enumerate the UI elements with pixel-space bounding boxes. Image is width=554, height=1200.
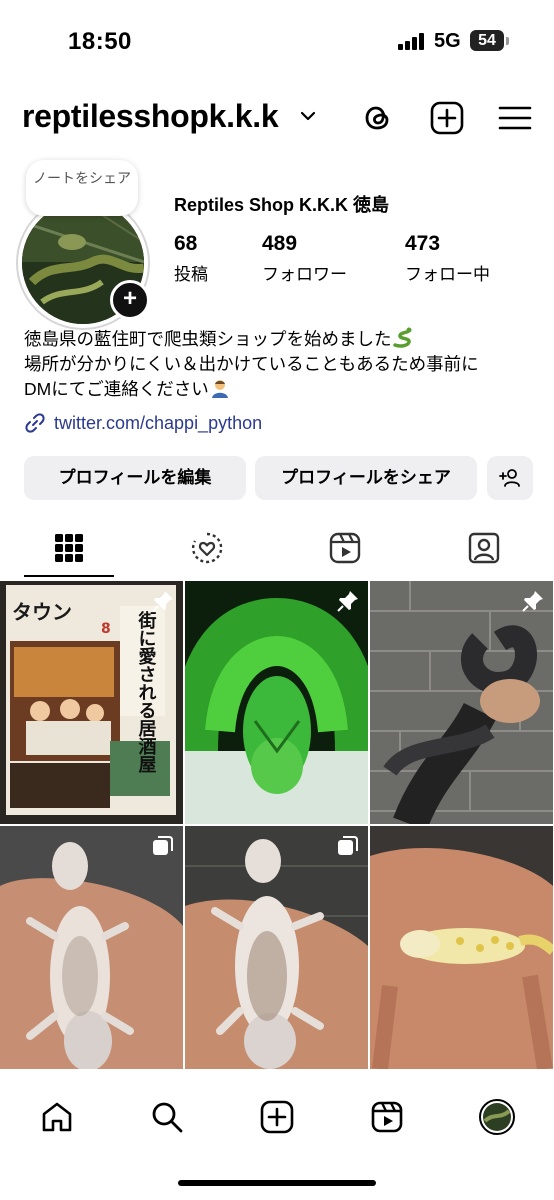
network-type: 5G [434, 30, 461, 52]
share-profile-button[interactable]: プロフィールをシェア [255, 456, 477, 500]
stat-label: 投稿 [174, 265, 208, 284]
post-tile[interactable] [370, 581, 553, 824]
pin-icon [152, 591, 173, 612]
profile-link[interactable]: twitter.com/chappi_python [24, 412, 262, 434]
post-image-gecko [0, 826, 183, 1069]
active-tab-indicator [24, 575, 114, 577]
post-image-leopard-gecko [370, 826, 553, 1069]
discover-people-button[interactable] [487, 456, 533, 500]
magazine-issue: 8 [101, 621, 111, 637]
create-icon[interactable] [259, 1099, 295, 1135]
magazine-headline: 街に愛される居酒屋 [136, 610, 158, 774]
post-image-magazine: タウン 8 街に愛される居酒屋 [0, 581, 183, 824]
post-tile[interactable] [185, 581, 368, 824]
home-icon[interactable] [39, 1099, 75, 1135]
reels-icon[interactable] [327, 530, 363, 566]
carousel-icon [338, 836, 358, 855]
post-image-gecko [185, 826, 368, 1069]
bio-line: DMにてご連絡ください [24, 377, 534, 402]
instagram-profile-screen: 18:50 5G 54 reptilesshopk.k.k ノートをシェア + … [0, 0, 554, 1200]
stat-posts[interactable]: 68 投稿 [174, 232, 208, 285]
menu-icon[interactable] [497, 100, 533, 136]
pin-icon [337, 591, 358, 612]
reels-remix-icon[interactable] [189, 530, 225, 566]
battery-tip [506, 37, 509, 45]
bowing-person-emoji-icon [211, 380, 228, 398]
stat-label: フォロワー [262, 265, 347, 284]
post-tile[interactable] [370, 826, 553, 1069]
edit-profile-button[interactable]: プロフィールを編集 [24, 456, 246, 500]
note-bubble[interactable]: ノートをシェア [26, 160, 138, 216]
reels-icon[interactable] [369, 1099, 405, 1135]
post-image-green-python [185, 581, 368, 824]
stat-value: 473 [405, 232, 441, 255]
add-person-icon [499, 469, 520, 487]
snake-emoji-icon [392, 327, 411, 348]
post-image-black-snake [370, 581, 553, 824]
post-tile[interactable] [0, 826, 183, 1069]
post-tile[interactable]: タウン 8 街に愛される居酒屋 [0, 581, 183, 824]
bio-line: 場所が分かりにくい＆出かけていることもあるため事前に [24, 354, 479, 374]
home-indicator [178, 1180, 376, 1186]
link-text: twitter.com/chappi_python [54, 413, 263, 433]
cellular-signal-icon [398, 32, 428, 50]
stat-label: フォロー中 [405, 265, 490, 284]
threads-icon[interactable] [360, 100, 396, 136]
tagged-icon[interactable] [466, 530, 502, 566]
profile-avatar[interactable] [479, 1099, 515, 1135]
carousel-icon [153, 836, 173, 855]
pin-icon [522, 591, 543, 612]
display-name: Reptiles Shop K.K.K 徳島 [174, 195, 390, 215]
magazine-title: タウン [12, 600, 72, 624]
chevron-down-icon[interactable] [298, 106, 318, 126]
post-tile[interactable] [185, 826, 368, 1069]
stat-following[interactable]: 473 フォロー中 [405, 232, 490, 285]
link-icon [25, 413, 45, 433]
stat-value: 68 [174, 232, 198, 255]
status-time: 18:50 [68, 28, 132, 55]
bio-line: 徳島県の藍住町で爬虫類ショップを始めました [24, 327, 534, 352]
bio-text: DMにてご連絡ください [24, 379, 209, 399]
profile-bio: 徳島県の藍住町で爬虫類ショップを始めました 場所が分かりにくい＆出かけていること… [24, 327, 534, 402]
stat-followers[interactable]: 489 フォロワー [262, 232, 347, 285]
grid-icon[interactable] [51, 530, 87, 566]
battery-icon: 54 [470, 30, 504, 51]
search-icon[interactable] [149, 1099, 185, 1135]
create-post-icon[interactable] [429, 100, 465, 136]
stat-value: 489 [262, 232, 298, 255]
bio-text: 徳島県の藍住町で爬虫類ショップを始めました [24, 329, 392, 349]
add-story-icon[interactable]: + [110, 280, 150, 320]
username-switcher[interactable]: reptilesshopk.k.k [22, 98, 279, 135]
